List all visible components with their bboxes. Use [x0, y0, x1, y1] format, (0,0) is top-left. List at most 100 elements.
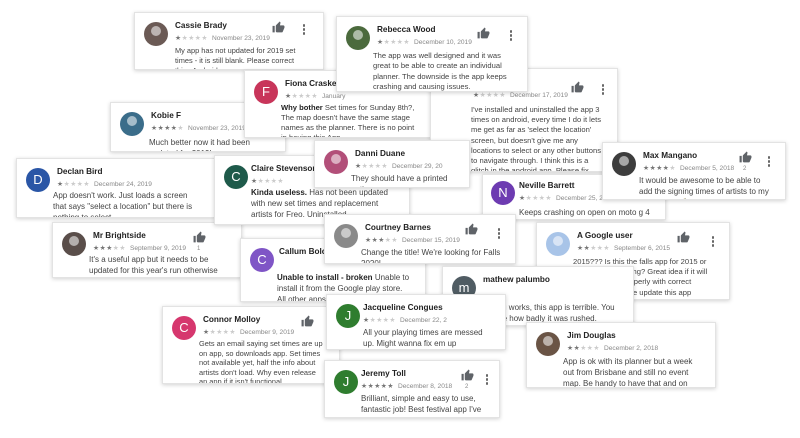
- review-date: November 23, 2019: [187, 125, 246, 132]
- review-text: I've installed and uninstalled the app 3…: [471, 105, 602, 172]
- review-text: App is ok with its planner but a week ou…: [563, 357, 693, 388]
- review-meta: ★★★★★ January: [285, 92, 345, 100]
- star-rating: ★★★★★: [285, 93, 318, 100]
- more-options-icon[interactable]: [302, 24, 306, 36]
- review-meta: ★★★★★ December 9, 2019: [203, 328, 294, 336]
- star-rating: ★★★★★: [567, 345, 600, 352]
- avatar: [612, 152, 636, 176]
- thumbs-up-icon[interactable]: [193, 231, 206, 244]
- review-meta: ★★★★★ December 5, 2018: [643, 164, 734, 172]
- avatar: D: [26, 168, 50, 192]
- reviewer-name: Mr Brightside: [93, 231, 146, 240]
- thumbs-up-icon[interactable]: [571, 81, 584, 94]
- reviewer-name: Claire Stevenson: [251, 164, 318, 173]
- thumbs-up-icon[interactable]: [461, 369, 474, 382]
- avatar: N: [491, 181, 515, 205]
- reviewer-name: Fiona Craske: [285, 79, 337, 88]
- reviewer-name: Cassie Brady: [175, 21, 227, 30]
- star-rating: ★★★★★: [203, 329, 236, 336]
- reviewer-name: Courtney Barnes: [365, 223, 431, 232]
- review-text: Keeps crashing on open on moto g 4: [519, 208, 650, 217]
- star-rating: ★★★★★: [473, 92, 506, 99]
- review-date: December 9, 2019: [239, 329, 295, 336]
- star-rating: ★★★★★: [365, 237, 398, 244]
- avatar: [536, 332, 560, 356]
- review-text: Change the title! We're looking for Fall…: [361, 248, 501, 264]
- avatar: [334, 224, 358, 248]
- review-meta: ★★★★★ December 8, 2018: [361, 382, 452, 390]
- thumbs-up-count: 2: [743, 166, 747, 172]
- review-meta: ★★★★★ December 29, 20: [355, 162, 443, 170]
- review-card-connor: C Connor Molloy ★★★★★ December 9, 2019 Ge…: [162, 306, 340, 384]
- review-date: December 24, 2019: [93, 181, 152, 188]
- review-headline: Why bother: [281, 103, 323, 112]
- star-rating: ★★★★★: [361, 383, 394, 390]
- more-options-icon[interactable]: [711, 236, 715, 248]
- more-options-icon[interactable]: [497, 228, 501, 240]
- avatar: J: [336, 304, 360, 328]
- star-rating: ★★★★★: [377, 39, 410, 46]
- review-text: They should have a printed option: [351, 174, 448, 187]
- review-date: December 29, 20: [391, 163, 443, 170]
- more-options-icon[interactable]: [767, 156, 771, 168]
- review-date: January: [321, 93, 346, 100]
- review-text: All your playing times are messed up. Mi…: [363, 328, 483, 348]
- avatar: [346, 26, 370, 50]
- reviewer-name: Declan Bird: [57, 167, 103, 176]
- review-date: December 17, 2019: [509, 92, 568, 99]
- review-meta: ★★★★★ November 23, 2019: [151, 124, 246, 132]
- thumbs-up-icon[interactable]: [272, 21, 285, 34]
- star-rating: ★★★★★: [355, 163, 388, 170]
- more-options-icon[interactable]: [601, 84, 605, 96]
- review-card-max: Max Mangano ★★★★★ December 5, 2018 2 It w…: [602, 142, 786, 200]
- more-options-icon[interactable]: [509, 30, 513, 42]
- avatar: C: [172, 316, 196, 340]
- reviewer-name: Jeremy Toll: [361, 369, 406, 378]
- review-text: It's a useful app but it needs to be upd…: [89, 255, 218, 277]
- thumbs-up-icon[interactable]: [739, 151, 752, 164]
- review-headline: Unable to install - broken: [277, 273, 373, 282]
- review-text: My app has not updated for 2019 set time…: [175, 46, 296, 69]
- star-rating: ★★★★★: [643, 165, 676, 172]
- review-date: November 23, 2019: [211, 35, 270, 42]
- avatar: [144, 22, 168, 46]
- reviewer-name: A Google user: [577, 231, 633, 240]
- review-body: Why bother Set times for Sunday 8th?, Th…: [281, 103, 417, 137]
- review-text: App doesn't work. Just loads a screen th…: [53, 191, 193, 218]
- reviewer-name: Max Mangano: [643, 151, 698, 160]
- avatar: [324, 150, 348, 174]
- reviewer-name: Danni Duane: [355, 149, 406, 158]
- review-date: December 25, 2: [555, 195, 603, 202]
- review-date: September 6, 2015: [613, 245, 671, 252]
- avatar: [62, 232, 86, 256]
- star-rating: ★★★★★: [93, 245, 126, 252]
- review-card-declan: D Declan Bird ★★★★★ December 24, 2019 App…: [16, 158, 216, 218]
- review-text: It would be awesome to be able to add th…: [639, 176, 769, 199]
- thumbs-up-icon[interactable]: [677, 231, 690, 244]
- review-meta: ★★★★★ September 6, 2015: [577, 244, 670, 252]
- avatar: [546, 232, 570, 256]
- avatar: J: [334, 370, 358, 394]
- reviewer-name: Jacqueline Congues: [363, 303, 443, 312]
- review-card-jim: Jim Douglas ★★★★★ December 2, 2018 App is…: [526, 322, 716, 388]
- review-meta: ★★★★★ December 10, 2019: [377, 38, 472, 46]
- review-date: December 8, 2018: [397, 383, 453, 390]
- review-date: December 5, 2018: [679, 165, 735, 172]
- reviewer-name: Kobie F: [151, 111, 182, 120]
- thumbs-up-icon[interactable]: [301, 315, 314, 328]
- review-meta: ★★★★★ December 25, 2: [519, 194, 603, 202]
- review-meta: ★★★★★ December 17, 2019: [473, 91, 568, 99]
- more-options-icon[interactable]: [485, 374, 489, 386]
- avatar: [120, 112, 144, 136]
- review-headline: Kinda useless.: [251, 188, 308, 197]
- review-meta: ★★★★★ December 2, 2018: [567, 344, 658, 352]
- thumbs-up-icon[interactable]: [477, 27, 490, 40]
- star-rating: ★★★★★: [519, 195, 552, 202]
- review-meta: ★★★★★ December 24, 2019: [57, 180, 152, 188]
- review-card-rebecca: Rebecca Wood ★★★★★ December 10, 2019 The …: [336, 16, 528, 92]
- reviewer-name: Rebecca Wood: [377, 25, 436, 34]
- thumbs-up-icon[interactable]: [465, 223, 478, 236]
- avatar: C: [250, 248, 274, 272]
- star-rating: ★★★★★: [577, 245, 610, 252]
- reviewer-name: Connor Molloy: [203, 315, 261, 324]
